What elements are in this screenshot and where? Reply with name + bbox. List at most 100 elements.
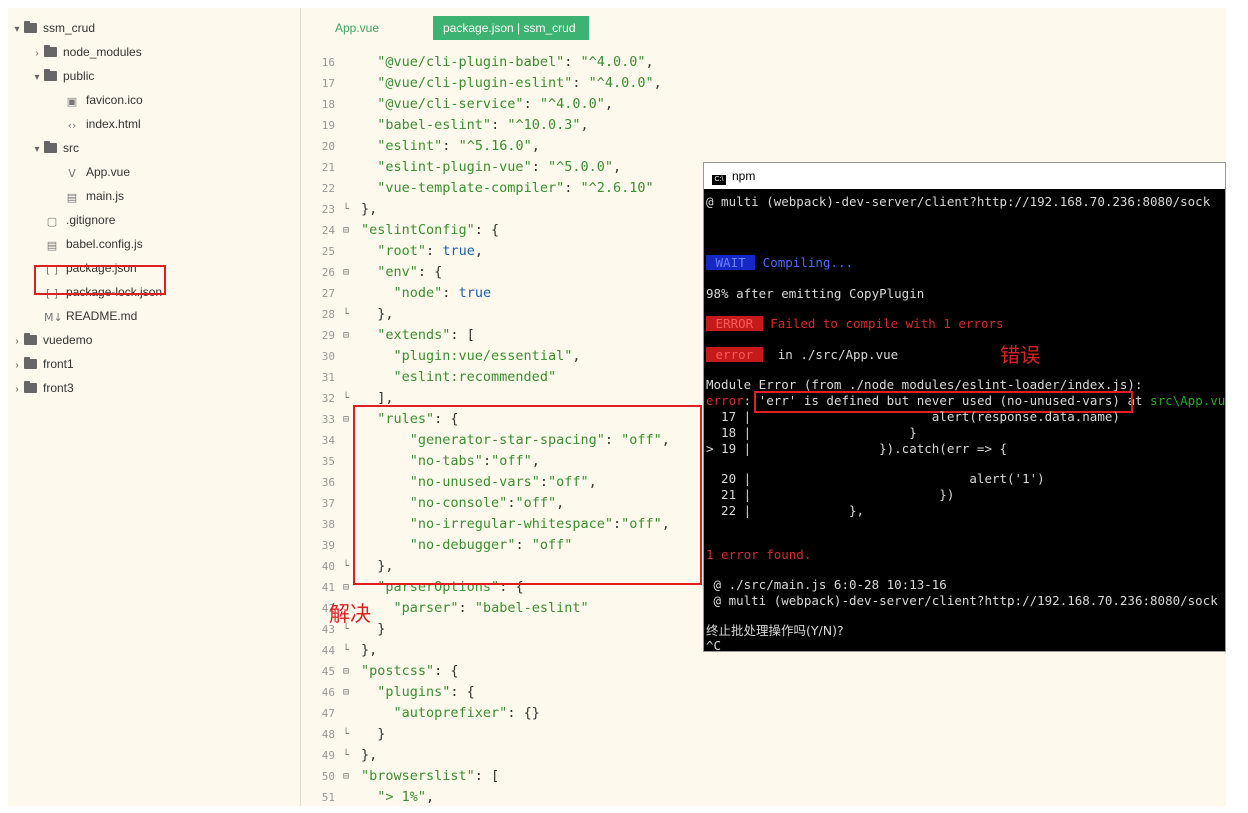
- folder-icon: [24, 357, 37, 369]
- line-number: 50: [321, 770, 335, 783]
- line-number: 49: [321, 749, 335, 762]
- tree-item-app-vue[interactable]: V App.vue: [50, 162, 130, 182]
- line-number: 37: [321, 497, 335, 510]
- line-number: 31: [321, 371, 335, 384]
- tree-item-favicon-ico[interactable]: ▣ favicon.ico: [50, 90, 143, 110]
- chevron-right-icon[interactable]: ›: [10, 356, 24, 376]
- tree-item-label: src: [63, 141, 79, 155]
- line-number: 30: [321, 350, 335, 363]
- tree-item-node-modules[interactable]: › node_modules: [30, 42, 142, 62]
- chevron-down-icon[interactable]: ▾: [30, 68, 44, 88]
- fold-toggle-icon[interactable]: ⊟: [341, 262, 351, 283]
- code-text: "extends": [: [377, 327, 475, 343]
- tree-item-label: .gitignore: [66, 213, 116, 227]
- line-number: 25: [321, 245, 335, 258]
- solution-annotation: 解决: [329, 602, 371, 626]
- chevron-right-icon[interactable]: ›: [10, 380, 24, 400]
- line-number: 28: [321, 308, 335, 321]
- failed-text: Failed to compile with 1 errors: [762, 316, 1004, 331]
- editor-window: ▾ ssm_crud › node_modules ▾ public ▣ favicon.ic…: [8, 8, 1226, 806]
- fold-guide: └: [342, 393, 350, 404]
- error-found-text: 1 error found.: [706, 547, 812, 562]
- js-file-icon: ▤: [46, 239, 58, 252]
- code-text: "@vue/cli-service": "^4.0.0",: [377, 96, 614, 112]
- folder-icon: [24, 381, 37, 393]
- line-number: 17: [321, 77, 335, 90]
- rules-highlight-box: [353, 405, 702, 585]
- tree-item-public[interactable]: ▾ public: [30, 66, 94, 86]
- line-number: 46: [321, 686, 335, 699]
- tree-item-label: front1: [43, 357, 74, 371]
- line-number: 33: [321, 413, 335, 426]
- code-text: "root": true,: [377, 243, 483, 259]
- fold-toggle-icon[interactable]: ⊟: [341, 409, 351, 430]
- code-text: "parser": "babel-eslint": [393, 600, 589, 616]
- line-number: 26: [321, 266, 335, 279]
- wait-badge: WAIT: [706, 255, 756, 270]
- code-text: "eslint": "^5.16.0",: [377, 138, 540, 154]
- line-number: 36: [321, 476, 335, 489]
- chevron-right-icon[interactable]: ›: [10, 332, 24, 352]
- image-file-icon: ▣: [66, 95, 78, 108]
- tree-item-vuedemo[interactable]: › vuedemo: [10, 330, 92, 350]
- folder-icon: [44, 45, 57, 57]
- fold-toggle-icon[interactable]: ⊟: [341, 766, 351, 787]
- tree-item-label: README.md: [66, 309, 138, 323]
- tree-item-ssm-crud[interactable]: ▾ ssm_crud: [10, 18, 95, 38]
- fold-toggle-icon[interactable]: ⊟: [341, 577, 351, 598]
- tree-item-label: babel.config.js: [66, 237, 143, 251]
- tree-item-label: index.html: [86, 117, 141, 131]
- terminal-line: @ ./src/main.js 6:0-28 10:13-16: [706, 577, 947, 592]
- line-number: 23: [321, 203, 335, 216]
- line-number: 40: [321, 560, 335, 573]
- line-number: 47: [321, 707, 335, 720]
- fold-toggle-icon[interactable]: ⊟: [341, 325, 351, 346]
- code-text: },: [361, 201, 378, 217]
- fold-toggle-icon[interactable]: ⊟: [341, 682, 351, 703]
- js-file-icon: ▤: [66, 191, 78, 204]
- chevron-down-icon[interactable]: ▾: [10, 20, 24, 40]
- error-annotation: 错误: [1000, 343, 1040, 367]
- tab-app-vue[interactable]: App.vue: [325, 16, 389, 40]
- code-text: },: [361, 747, 378, 763]
- error-label: error: [706, 393, 744, 408]
- line-number: 21: [321, 161, 335, 174]
- code-text: }: [361, 726, 386, 742]
- tree-item-babel-config-js[interactable]: ▤ babel.config.js: [30, 234, 143, 254]
- chevron-down-icon[interactable]: ▾: [30, 140, 44, 160]
- line-number: 19: [321, 119, 335, 132]
- code-text: "env": {: [377, 264, 443, 280]
- line-number: 51: [321, 791, 335, 804]
- fold-toggle-icon[interactable]: ⊟: [341, 220, 351, 241]
- code-text: "eslint-plugin-vue": "^5.0.0",: [377, 159, 622, 175]
- line-number: 24: [321, 224, 335, 237]
- npm-terminal-window[interactable]: C:\ npm @ multi (webpack)-dev-server/clie…: [703, 162, 1226, 653]
- error-location: src\App.vue: [1150, 393, 1226, 408]
- terminal-code-line: 17 | alert(response.data.name): [706, 409, 1120, 424]
- tree-item-readme-md[interactable]: M↓ README.md: [30, 306, 137, 326]
- line-number: 34: [321, 434, 335, 447]
- terminal-line: @ multi (webpack)-dev-server/client?http…: [706, 593, 1218, 608]
- package-json-highlight-box: [34, 265, 166, 295]
- line-number: 39: [321, 539, 335, 552]
- tree-item-front1[interactable]: › front1: [10, 354, 74, 374]
- fold-toggle-icon[interactable]: ⊟: [341, 661, 351, 682]
- tab-package-json[interactable]: package.json | ssm_crud: [433, 16, 589, 40]
- tree-item-label: public: [63, 69, 95, 83]
- tree-item-front3[interactable]: › front3: [10, 378, 74, 398]
- tree-item-index-html[interactable]: ‹› index.html: [50, 114, 141, 134]
- file-icon: ▢: [46, 215, 58, 228]
- tree-item--gitignore[interactable]: ▢ .gitignore: [30, 210, 116, 230]
- ctrl-c-text: ^C: [706, 638, 722, 653]
- tree-item-label: favicon.ico: [86, 93, 143, 107]
- terminal-title: npm: [732, 169, 756, 183]
- html-file-icon: ‹›: [67, 119, 77, 132]
- fold-guide: └: [342, 309, 350, 320]
- tree-item-src[interactable]: ▾ src: [30, 138, 79, 158]
- error-badge-small: error: [706, 347, 763, 362]
- chevron-right-icon[interactable]: ›: [30, 44, 44, 64]
- terminal-code-line: > 19 | }).catch(err => {: [706, 441, 1008, 456]
- tree-item-main-js[interactable]: ▤ main.js: [50, 186, 124, 206]
- code-text: "browserslist": [: [361, 768, 500, 784]
- terminal-code-line: 20 | alert('1'): [706, 471, 1045, 486]
